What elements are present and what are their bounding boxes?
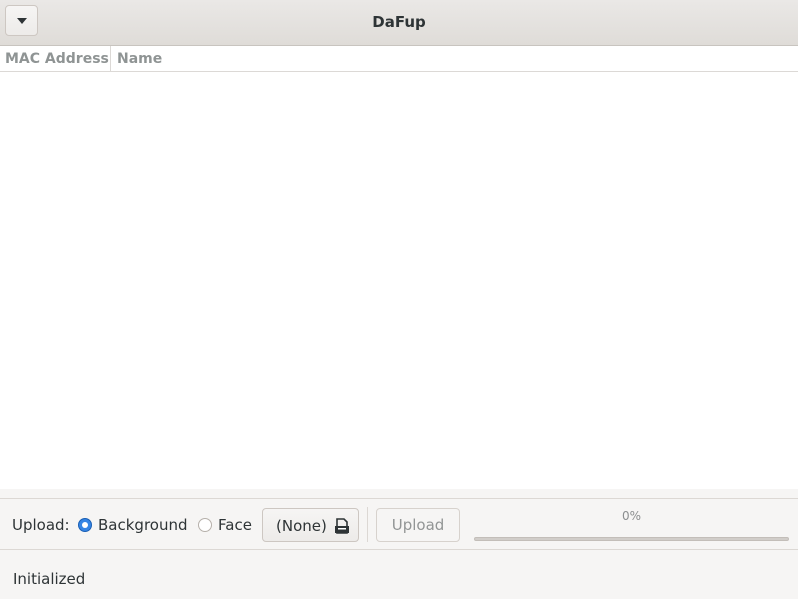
upload-label: Upload: <box>12 516 70 534</box>
device-list[interactable] <box>0 73 798 489</box>
menu-button[interactable] <box>5 5 38 36</box>
radio-face[interactable] <box>198 518 212 532</box>
separator-top <box>0 498 798 499</box>
column-header-name[interactable]: Name <box>112 46 798 71</box>
main-window: DaFup MAC Address Name Upload: Backgroun… <box>0 0 798 599</box>
pan-down-icon <box>16 17 27 24</box>
window-title: DaFup <box>372 13 426 31</box>
upload-button[interactable]: Upload <box>376 508 460 542</box>
document-open-icon <box>335 518 349 534</box>
header-bar: DaFup <box>0 0 798 46</box>
file-chooser-button[interactable]: (None) <box>262 508 359 542</box>
radio-background[interactable] <box>78 518 92 532</box>
bottom-panel <box>0 489 798 599</box>
table-header: MAC Address Name <box>0 46 798 72</box>
separator-bottom <box>0 549 798 550</box>
file-chooser-label: (None) <box>276 517 327 535</box>
column-header-mac-address[interactable]: MAC Address <box>0 46 111 71</box>
radio-background-label[interactable]: Background <box>98 516 188 534</box>
radio-face-label[interactable]: Face <box>218 516 252 534</box>
progress-bar <box>474 537 789 541</box>
toolbar-separator <box>367 507 368 542</box>
progress-text: 0% <box>621 509 642 523</box>
status-bar-text: Initialized <box>13 570 86 588</box>
